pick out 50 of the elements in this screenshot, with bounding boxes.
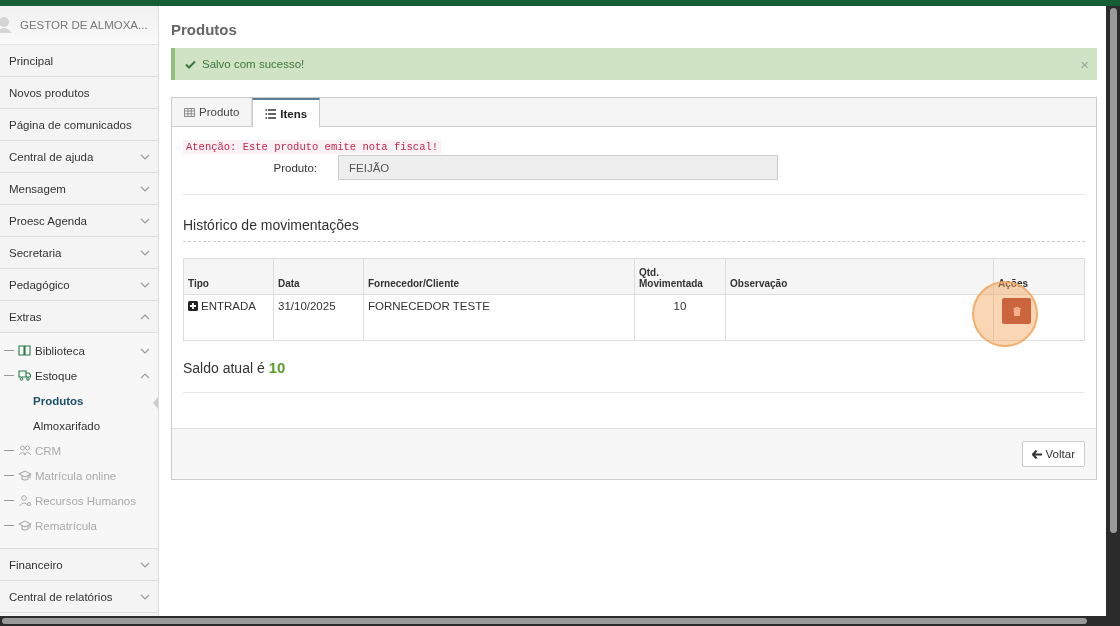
person-icon	[18, 494, 32, 507]
field-label: Produto:	[272, 161, 318, 174]
people-icon	[18, 444, 32, 457]
chevron-up-icon	[140, 372, 150, 379]
tab[interactable]: Itens	[252, 98, 321, 127]
check-icon	[185, 59, 196, 69]
column-header: Tipo	[183, 258, 274, 295]
arrow-left-icon	[1031, 449, 1042, 459]
user-name: GESTOR DE ALMOXA...	[20, 19, 148, 31]
chevron-down-icon	[140, 281, 150, 288]
chevron-down-icon	[140, 347, 150, 354]
chevron-down-icon	[140, 249, 150, 256]
chevron-down-icon	[140, 217, 150, 224]
collapse-handle[interactable]	[153, 397, 158, 409]
warning-note: Atenção: Este produto emite nota fiscal!	[183, 140, 442, 154]
column-header: Data	[273, 258, 364, 295]
horizontal-scrollbar[interactable]	[0, 616, 1120, 626]
submenu-link[interactable]: Almoxarifado	[33, 419, 101, 432]
table-cell: 31/10/2025	[273, 294, 364, 341]
graduation-cap-icon	[18, 519, 32, 532]
table-cell: ENTRADA	[201, 300, 256, 312]
chevron-down-icon	[140, 185, 150, 192]
section-title: Histórico de movimentações	[183, 217, 1085, 242]
plus-square-icon	[188, 301, 198, 311]
column-header: Fornecedor/Cliente	[363, 258, 635, 295]
product-field[interactable]: FEIJÃO	[338, 155, 778, 180]
submenu-link[interactable]: Produtos	[33, 394, 84, 407]
vertical-scrollbar[interactable]	[1106, 6, 1120, 616]
chevron-up-icon	[140, 313, 150, 320]
balance-value: 10	[268, 359, 286, 376]
balance-label: Saldo atual é	[183, 360, 265, 376]
book-icon	[18, 344, 32, 357]
trash-icon	[1012, 306, 1021, 316]
truck-icon	[18, 369, 32, 382]
list-icon	[265, 108, 277, 119]
user-avatar-icon	[0, 17, 12, 33]
table-icon	[184, 107, 195, 117]
chevron-down-icon	[140, 153, 150, 160]
submenu-item[interactable]: Estoque	[35, 369, 140, 382]
column-header: Observação	[725, 258, 994, 295]
graduation-cap-icon	[18, 469, 32, 482]
submenu-item[interactable]: Biblioteca	[35, 344, 140, 357]
column-header: Qtd. Movimentada	[634, 258, 726, 295]
table-cell: 10	[634, 294, 726, 341]
table-cell: FORNECEDOR TESTE	[363, 294, 635, 341]
chevron-down-icon	[140, 561, 150, 568]
chevron-down-icon	[140, 593, 150, 600]
alert-message: Salvo com sucesso!	[202, 58, 306, 70]
page-title: Produtos	[171, 21, 238, 38]
back-button[interactable]: Voltar	[1021, 441, 1085, 467]
